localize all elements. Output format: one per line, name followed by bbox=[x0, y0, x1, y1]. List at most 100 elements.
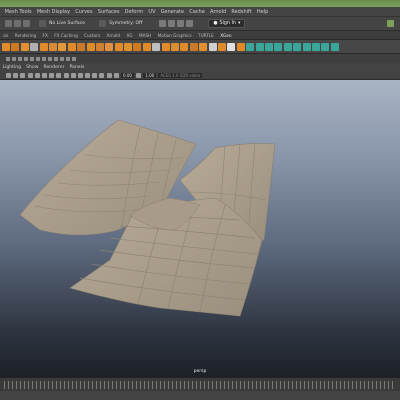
tab-rendering[interactable]: Rendering bbox=[12, 33, 40, 38]
shelf-tool-icon[interactable] bbox=[171, 42, 180, 51]
tab-mash[interactable]: MASH bbox=[136, 33, 155, 38]
shelf-tool-icon[interactable] bbox=[302, 42, 311, 51]
tab-turtle[interactable]: TURTLE bbox=[195, 33, 217, 38]
camera-icon[interactable] bbox=[6, 72, 11, 78]
exposure-icon[interactable] bbox=[113, 72, 119, 78]
tab-fx-caching[interactable]: FX Caching bbox=[51, 33, 81, 38]
menu-mesh-tools[interactable]: Mesh Tools bbox=[2, 9, 34, 15]
xray-icon[interactable] bbox=[106, 72, 112, 78]
menu-redshift[interactable]: Redshift bbox=[229, 9, 254, 15]
panel-menu-lighting[interactable]: Lighting bbox=[0, 65, 24, 70]
shadows-icon[interactable] bbox=[85, 72, 91, 78]
gamma-icon[interactable] bbox=[136, 72, 142, 78]
shelf-tool-icon[interactable] bbox=[2, 42, 10, 51]
shelf-tool-icon[interactable] bbox=[30, 42, 39, 51]
tab-custom[interactable]: Custom bbox=[81, 33, 103, 38]
panel-icon[interactable] bbox=[6, 56, 10, 61]
smooth-shade-icon[interactable] bbox=[63, 72, 69, 78]
tab-xgen[interactable]: XGen bbox=[217, 33, 235, 38]
shelf-tool-icon[interactable] bbox=[311, 42, 320, 51]
wireframe-icon[interactable] bbox=[56, 72, 62, 78]
hypershade-icon[interactable] bbox=[186, 20, 194, 27]
panel-icon[interactable] bbox=[30, 56, 34, 61]
signin-button[interactable]: ● Sign In ▾ bbox=[208, 19, 246, 28]
panel-menu-renderer[interactable]: Renderer bbox=[41, 65, 67, 70]
gamma-field[interactable]: 1.00 bbox=[143, 72, 157, 78]
shelf-tool-icon[interactable] bbox=[217, 42, 226, 51]
symmetry-dropdown[interactable]: Symmetry: Off bbox=[109, 21, 142, 26]
isolate-icon[interactable] bbox=[99, 72, 105, 78]
shelf-tool-icon[interactable] bbox=[180, 42, 189, 51]
snap-grid-icon[interactable] bbox=[14, 20, 21, 27]
panel-icon[interactable] bbox=[42, 56, 46, 61]
panel-icon[interactable] bbox=[24, 56, 28, 61]
image-plane-icon[interactable] bbox=[27, 72, 33, 78]
shelf-tool-icon[interactable] bbox=[86, 42, 95, 51]
shelf-tool-icon[interactable] bbox=[124, 42, 133, 51]
menu-generate[interactable]: Generate bbox=[158, 9, 187, 15]
viewport-persp[interactable]: persp bbox=[0, 80, 400, 377]
shelf-tool-icon[interactable] bbox=[199, 42, 208, 51]
shelf-tool-icon[interactable] bbox=[293, 42, 302, 51]
shelf-tool-icon[interactable] bbox=[48, 42, 57, 51]
shelf-tool-icon[interactable] bbox=[161, 42, 170, 51]
shelf-tool-icon[interactable] bbox=[67, 42, 76, 51]
panel-icon[interactable] bbox=[54, 56, 58, 61]
exposure-field[interactable]: 0.00 bbox=[121, 72, 134, 78]
panel-icon[interactable] bbox=[36, 56, 40, 61]
tab-arnold[interactable]: Arnold bbox=[103, 33, 123, 38]
panel-icon[interactable] bbox=[12, 56, 16, 61]
menu-mesh-display[interactable]: Mesh Display bbox=[34, 9, 72, 15]
shelf-tool-icon[interactable] bbox=[283, 42, 292, 51]
range-slider[interactable] bbox=[0, 391, 400, 400]
shelf-tool-icon[interactable] bbox=[274, 42, 283, 51]
menu-help[interactable]: Help bbox=[254, 9, 271, 15]
shelf-tool-icon[interactable] bbox=[208, 42, 217, 51]
shelf-tool-icon[interactable] bbox=[39, 42, 48, 51]
camera-attr-icon[interactable] bbox=[13, 72, 19, 78]
tab-fx[interactable]: FX bbox=[39, 33, 51, 38]
shelf-tool-icon[interactable] bbox=[321, 42, 330, 51]
menu-arnold[interactable]: Arnold bbox=[207, 9, 228, 15]
panel-icon[interactable] bbox=[48, 56, 52, 61]
shelf-tool-icon[interactable] bbox=[246, 42, 255, 51]
shelf-tool-icon[interactable] bbox=[133, 42, 142, 51]
shelf-tool-icon[interactable] bbox=[227, 42, 236, 51]
shelf-tool-icon[interactable] bbox=[114, 42, 123, 51]
shelf-tool-icon[interactable] bbox=[142, 42, 151, 51]
panel-icon[interactable] bbox=[66, 56, 70, 61]
grid-icon[interactable] bbox=[34, 72, 40, 78]
menu-cache[interactable]: Cache bbox=[187, 9, 208, 15]
menu-curves[interactable]: Curves bbox=[73, 9, 96, 15]
shelf-tool-icon[interactable] bbox=[58, 42, 67, 51]
shelf-tool-icon[interactable] bbox=[77, 42, 86, 51]
shelf-tool-icon[interactable] bbox=[152, 42, 161, 51]
shelf-tool-icon[interactable] bbox=[236, 42, 245, 51]
panel-menu-show[interactable]: Show bbox=[24, 65, 41, 70]
shelf-tool-icon[interactable] bbox=[20, 42, 29, 51]
shelf-tool-icon[interactable] bbox=[95, 42, 104, 51]
ao-icon[interactable] bbox=[92, 72, 98, 78]
lights-icon[interactable] bbox=[77, 72, 83, 78]
menu-uv[interactable]: UV bbox=[146, 9, 158, 15]
menu-surfaces[interactable]: Surfaces bbox=[95, 9, 122, 15]
tab-on[interactable]: on bbox=[0, 33, 12, 38]
tab-motion-graphics[interactable]: Motion Graphics bbox=[154, 33, 194, 38]
colorspace-dropdown[interactable]: ACES 1.0 SDR-video bbox=[158, 72, 203, 78]
settings-icon[interactable] bbox=[387, 20, 394, 27]
render-settings-icon[interactable] bbox=[177, 20, 185, 27]
panel-icon[interactable] bbox=[72, 56, 76, 61]
tab-xg[interactable]: XG bbox=[123, 33, 136, 38]
time-slider[interactable] bbox=[0, 377, 400, 391]
render-icon[interactable] bbox=[159, 20, 167, 27]
resolution-gate-icon[interactable] bbox=[49, 72, 55, 78]
shelf-tool-icon[interactable] bbox=[255, 42, 264, 51]
live-surface-field[interactable]: No Live Surface bbox=[49, 21, 85, 26]
shelf-tool-icon[interactable] bbox=[105, 42, 114, 51]
shelf-tool-icon[interactable] bbox=[189, 42, 198, 51]
menu-deform[interactable]: Deform bbox=[122, 9, 146, 15]
snap-curve-icon[interactable] bbox=[23, 20, 30, 27]
panel-icon[interactable] bbox=[60, 56, 64, 61]
shelf-tool-icon[interactable] bbox=[264, 42, 273, 51]
panel-menu-panels[interactable]: Panels bbox=[67, 65, 87, 70]
